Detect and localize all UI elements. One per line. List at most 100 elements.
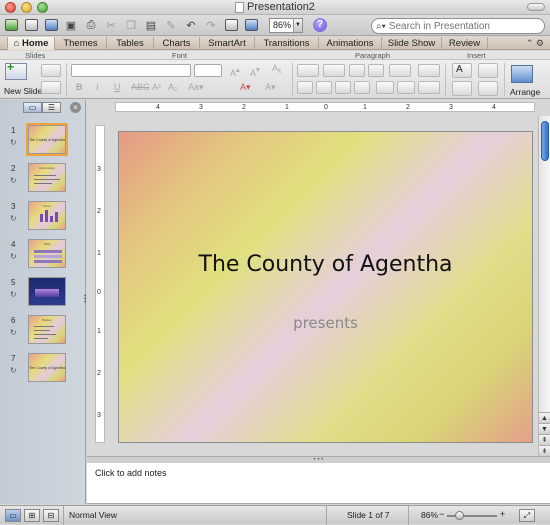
slides-view-button[interactable]: ▭ (23, 102, 42, 113)
slide-show-button[interactable]: ⊟ (43, 509, 59, 522)
fit-to-window-button[interactable]: ⤢ (519, 509, 535, 522)
tab-charts[interactable]: Charts (154, 37, 200, 50)
grow-font-icon[interactable]: A▴ (230, 65, 240, 78)
notes-pane[interactable]: Click to add notes (87, 463, 550, 504)
format-painter-button[interactable]: ✎ (163, 18, 179, 33)
redo-button[interactable]: ↷ (203, 18, 219, 33)
save-button[interactable]: ▣ (63, 18, 79, 33)
help-button[interactable]: ? (313, 18, 327, 32)
font-size-select[interactable] (194, 64, 222, 77)
tab-themes[interactable]: Themes (55, 37, 107, 50)
close-pane-button[interactable]: × (70, 102, 81, 113)
zoom-window-button[interactable] (37, 2, 48, 13)
zoom-slider-knob[interactable] (455, 511, 464, 520)
bullets-button[interactable] (297, 64, 319, 77)
clear-formatting-icon[interactable]: Aᵪ (272, 63, 281, 73)
slide-thumbnail-row[interactable]: 6 ↻ Bullets (0, 315, 86, 345)
slide-thumbnail[interactable]: Chart (28, 201, 66, 230)
zoom-out-icon[interactable]: − (439, 509, 444, 519)
slide-thumbnail[interactable]: The County of Agentha (28, 125, 66, 154)
open-button[interactable] (43, 18, 59, 33)
tab-slide-show[interactable]: Slide Show (382, 37, 442, 50)
text-direction-button[interactable] (376, 81, 394, 94)
cut-button[interactable]: ✂ (103, 18, 119, 33)
tab-animations[interactable]: Animations (319, 37, 382, 50)
align-center-button[interactable] (316, 81, 332, 94)
picture-button[interactable] (478, 63, 498, 78)
vertical-scrollbar[interactable]: ▲ ▼ ⇞ ⇟ (538, 116, 550, 456)
search-field[interactable]: ⌕▾ (371, 18, 545, 34)
toolbox-button[interactable] (223, 18, 239, 33)
paste-button[interactable]: ▤ (143, 18, 159, 33)
media-button[interactable] (478, 81, 498, 96)
slide-subtitle[interactable]: presents (119, 314, 532, 332)
ribbon-controls[interactable]: ⌃ ⚙ (526, 37, 544, 50)
decrease-indent-button[interactable] (349, 64, 365, 77)
tab-transitions[interactable]: Transitions (255, 37, 319, 50)
section-button[interactable] (41, 81, 61, 94)
previous-slide-button[interactable]: ⇞ (539, 434, 550, 445)
notes-placeholder[interactable]: Click to add notes (95, 468, 167, 478)
copy-button[interactable]: ❐ (123, 18, 139, 33)
undo-button[interactable]: ↶ (183, 18, 199, 33)
tab-smartart[interactable]: SmartArt (200, 37, 255, 50)
slide-thumbnail[interactable] (28, 277, 66, 306)
slide-thumbnail-row[interactable]: 1 ↻ The County of Agentha (0, 125, 86, 155)
close-window-button[interactable] (5, 2, 16, 13)
zoom-select[interactable]: 86% ▼ (269, 17, 303, 33)
notes-resize-handle[interactable]: • • • (87, 456, 550, 463)
italic-icon[interactable]: I (96, 82, 99, 92)
align-left-button[interactable] (297, 81, 313, 94)
media-browser-button[interactable] (243, 18, 259, 33)
align-right-button[interactable] (335, 81, 351, 94)
tab-review[interactable]: Review (442, 37, 488, 50)
justify-button[interactable] (354, 81, 370, 94)
minimize-window-button[interactable] (21, 2, 32, 13)
slide-thumbnail[interactable]: Table (28, 239, 66, 268)
strikethrough-icon[interactable]: ABC (131, 82, 150, 92)
tab-home[interactable]: ⌂ Home (8, 37, 55, 50)
tab-tables[interactable]: Tables (107, 37, 154, 50)
slide-thumbnail-row[interactable]: 5 ↻ (0, 277, 86, 307)
slide-title[interactable]: The County of Agentha (119, 252, 532, 277)
text-box-button[interactable]: A (452, 63, 472, 78)
scrollbar-thumb[interactable] (541, 121, 549, 161)
shrink-font-icon[interactable]: A▾ (250, 65, 260, 78)
shape-button[interactable] (452, 81, 472, 96)
arrange-button[interactable] (511, 65, 533, 83)
numbering-button[interactable] (323, 64, 345, 77)
slide-sorter-button[interactable]: ⊞ (24, 509, 40, 522)
new-slide-button[interactable]: + (5, 60, 27, 80)
scroll-up-button[interactable]: ▲ (539, 412, 550, 423)
scroll-down-button[interactable]: ▼ (539, 423, 550, 434)
slide-thumbnail-row[interactable]: 7 ↻ The County of Agentha (0, 353, 86, 383)
font-name-select[interactable] (71, 64, 191, 77)
bold-icon[interactable]: B (76, 82, 83, 92)
zoom-in-icon[interactable]: + (500, 509, 505, 519)
layout-button[interactable] (41, 64, 61, 77)
templates-button[interactable] (23, 18, 39, 33)
toolbar-toggle-button[interactable] (527, 3, 545, 11)
text-effects-icon[interactable]: A▾ (265, 82, 276, 93)
columns-button[interactable] (418, 64, 440, 77)
superscript-icon[interactable]: A² (152, 82, 161, 92)
underline-icon[interactable]: U (114, 82, 121, 92)
slide-thumbnail-row[interactable]: 3 ↻ Chart (0, 201, 86, 231)
align-text-button[interactable] (397, 81, 415, 94)
print-button[interactable]: ⎙ (83, 18, 99, 33)
search-input[interactable] (388, 20, 529, 32)
slide-thumbnail-row[interactable]: 4 ↻ Table (0, 239, 86, 269)
outline-view-button[interactable]: ☰ (42, 102, 61, 113)
slide-thumbnail[interactable]: Introduction (28, 163, 66, 192)
line-spacing-button[interactable] (389, 64, 411, 77)
subscript-icon[interactable]: A₂ (168, 82, 178, 92)
new-slide-toolbar-button[interactable] (3, 18, 19, 33)
increase-indent-button[interactable] (368, 64, 384, 77)
current-slide[interactable]: The County of Agentha presents (118, 131, 533, 443)
change-case-icon[interactable]: Aa▾ (188, 82, 204, 93)
smartart-convert-button[interactable] (418, 81, 440, 94)
slide-thumbnail[interactable]: Bullets (28, 315, 66, 344)
next-slide-button[interactable]: ⇟ (539, 445, 550, 456)
font-color-icon[interactable]: A▾ (240, 82, 251, 93)
normal-view-button[interactable]: ▭ (5, 509, 21, 522)
